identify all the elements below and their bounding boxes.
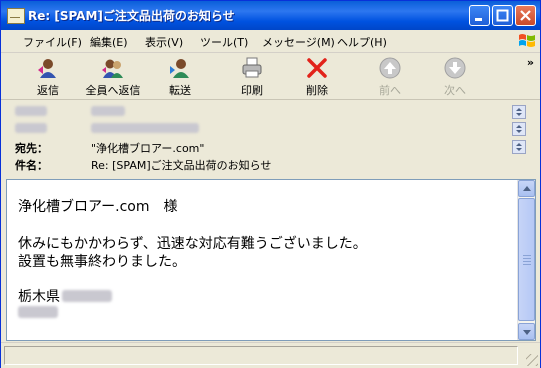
date-label-redacted [15,123,47,133]
maximize-button[interactable] [492,5,513,26]
date-row [15,121,199,136]
header-expand-spinner[interactable] [512,122,526,136]
minimize-button[interactable] [469,5,490,26]
windows-logo-icon [519,34,535,47]
next-icon [444,57,466,79]
delete-button[interactable]: 削除 [287,56,347,98]
close-button[interactable] [515,5,536,26]
message-window: Re: [SPAM]ご注文品出荷のお知らせ ファイル(F) 編集(E) 表示(V… [0,0,541,368]
status-bar [1,342,540,368]
title-bar[interactable]: Re: [SPAM]ご注文品出荷のお知らせ [1,1,540,30]
menu-bar: ファイル(F) 編集(E) 表示(V) ツール(T) メッセージ(M) ヘルプ(… [1,30,540,53]
toolbar: 返信 全員へ返信 転送 印刷 削除 前へ 次へ [1,53,540,100]
from-value-redacted [91,106,125,116]
body-line: 栃木県 [18,286,112,306]
forward-icon [170,59,189,78]
menu-file[interactable]: ファイル(F) [23,34,82,50]
message-header: 宛先： "浄化槽ブロアー.com" 件名： Re: [SPAM]ご注文品出荷のお… [1,100,540,178]
header-expand-spinner[interactable] [512,140,526,154]
body-line: 浄化槽ブロアー.com 様 [18,199,178,215]
from-label-redacted [15,106,47,116]
to-label: 宛先： [15,142,48,155]
delete-icon [307,58,327,78]
subject-value: Re: [SPAM]ご注文品出荷のお知らせ [91,159,272,172]
previous-button[interactable]: 前へ [360,56,420,98]
subject-label: 件名： [15,159,48,172]
body-line [18,304,58,322]
next-button[interactable]: 次へ [425,56,485,98]
scroll-up-button[interactable] [518,180,535,197]
scroll-thumb[interactable] [518,198,535,321]
menu-tools[interactable]: ツール(T) [200,34,248,50]
menu-message[interactable]: メッセージ(M) [262,34,335,50]
address-redacted [62,290,112,302]
menu-view[interactable]: 表示(V) [145,34,183,50]
body-line: 休みにもかかわらず、迅速な対応有難うございました。 [18,236,367,252]
date-value-redacted [91,123,199,133]
vertical-scrollbar[interactable] [517,180,535,340]
prefecture-text: 栃木県 [18,289,60,305]
printer-icon [242,57,262,78]
minimize-icon [475,18,482,21]
body-line: 設置も無事終わりました。 [18,254,186,270]
menu-help[interactable]: ヘルプ(H) [337,34,387,50]
print-button[interactable]: 印刷 [222,56,282,98]
to-value[interactable]: "浄化槽ブロアー.com" [91,140,204,156]
message-body[interactable]: 浄化槽ブロアー.com 様 休みにもかかわらず、迅速な対応有難うございました。 … [6,179,536,341]
status-panel [4,346,518,365]
window-title: Re: [SPAM]ご注文品出荷のお知らせ [28,9,235,23]
toolbar-overflow-chevron[interactable]: » [527,56,534,69]
reply-all-button[interactable]: 全員へ返信 [83,56,143,98]
close-icon [520,10,531,21]
reply-button[interactable]: 返信 [18,56,78,98]
mail-envelope-icon [7,8,25,24]
resize-grip-icon[interactable] [526,354,538,366]
header-expand-spinner[interactable] [512,105,526,119]
signature-redacted [18,306,58,318]
from-row [15,104,125,119]
scroll-down-button[interactable] [518,323,535,340]
previous-icon [379,57,401,79]
menu-edit[interactable]: 編集(E) [90,34,128,50]
maximize-icon [496,9,509,22]
reply-all-icon [102,59,123,78]
reply-icon [38,59,56,78]
forward-button[interactable]: 転送 [150,56,210,98]
